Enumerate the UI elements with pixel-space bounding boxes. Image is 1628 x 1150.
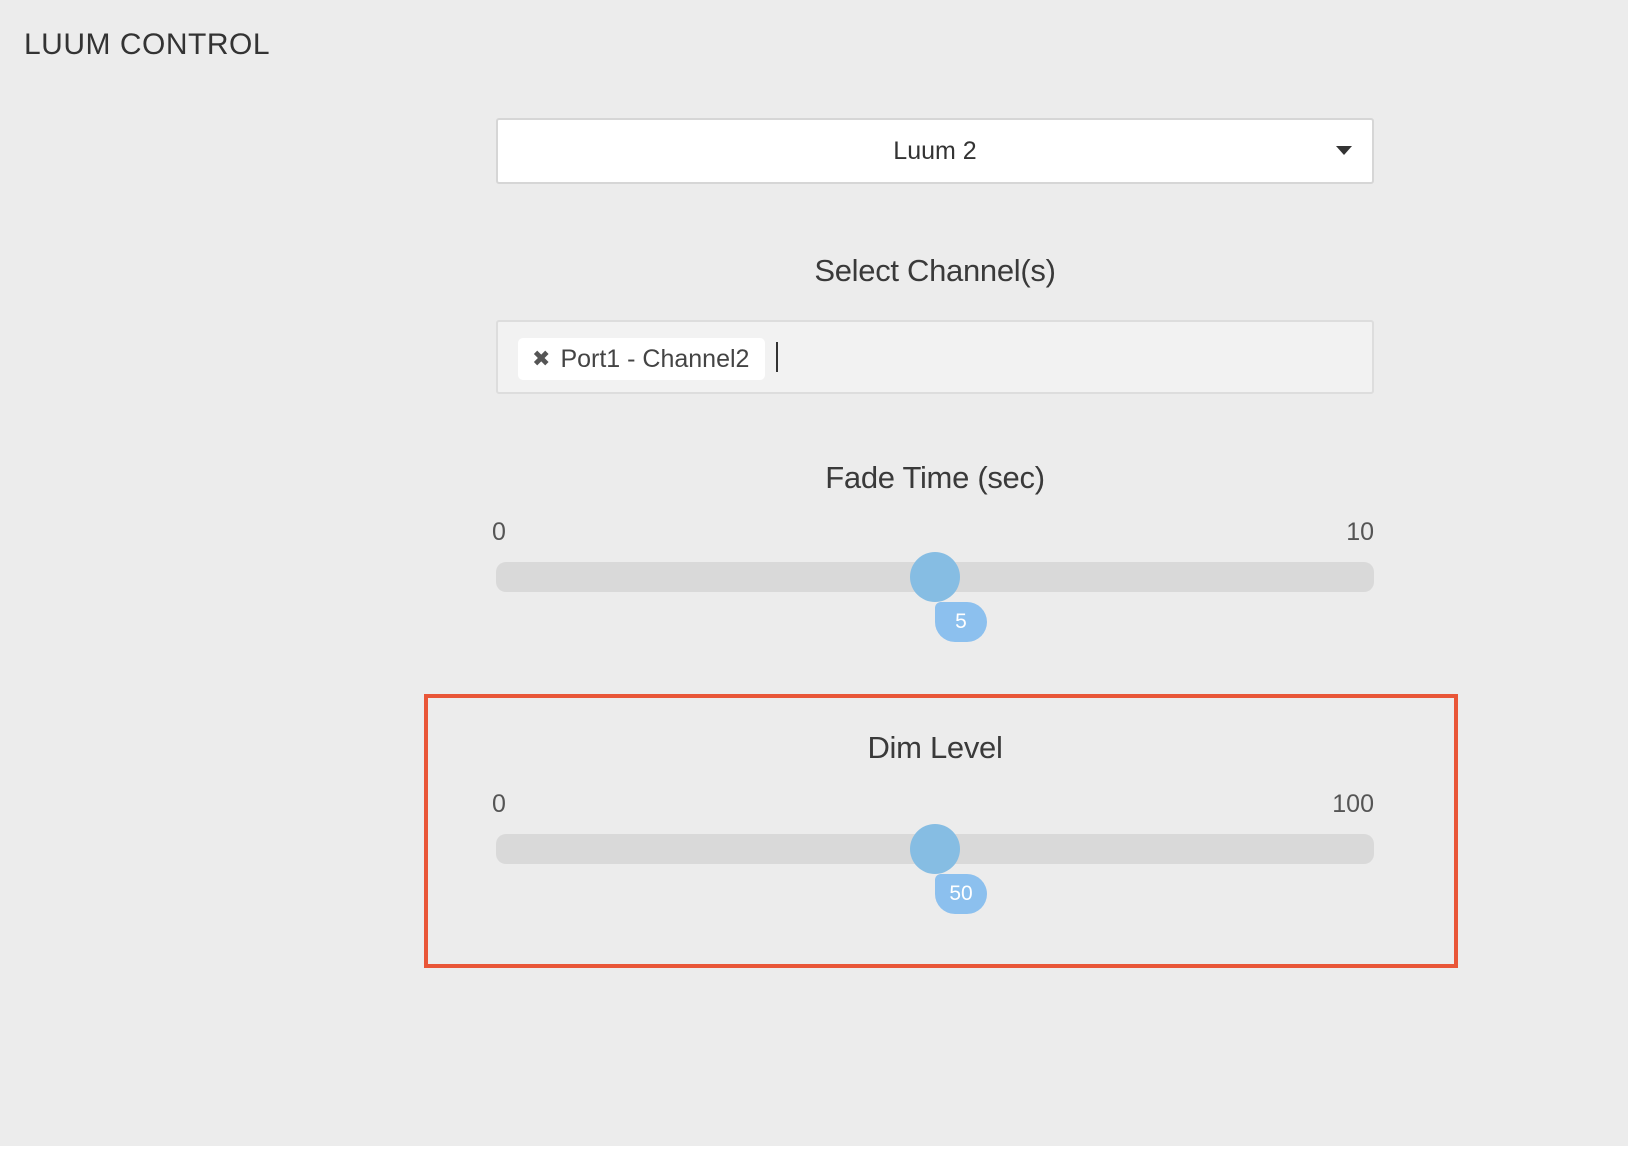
fade-time-slider-thumb[interactable] <box>910 552 960 602</box>
caret-down-icon <box>1336 146 1352 155</box>
dim-level-min-label: 0 <box>492 790 506 818</box>
fade-time-min-label: 0 <box>492 518 506 546</box>
channel-chip-label: Port1 - Channel2 <box>560 344 750 373</box>
device-select[interactable]: Luum 2 <box>496 118 1374 184</box>
channel-chip: ✖ Port1 - Channel2 <box>518 338 766 380</box>
channels-label: Select Channel(s) <box>814 253 1056 288</box>
dim-level-label: Dim Level <box>867 730 1003 765</box>
close-icon[interactable]: ✖ <box>532 348 550 370</box>
bottom-divider <box>0 1146 1628 1150</box>
fade-time-max-label: 10 <box>1346 518 1374 546</box>
page-title: LUUM CONTROL <box>24 28 271 61</box>
text-cursor <box>776 342 778 372</box>
channel-multiselect[interactable]: ✖ Port1 - Channel2 <box>496 320 1374 394</box>
dim-level-slider-thumb[interactable] <box>910 824 960 874</box>
dim-level-max-label: 100 <box>1332 790 1374 818</box>
dim-level-value-badge: 50 <box>935 874 987 914</box>
fade-time-value-badge: 5 <box>935 602 987 642</box>
device-select-value: Luum 2 <box>893 137 977 165</box>
fade-time-label: Fade Time (sec) <box>825 460 1045 495</box>
